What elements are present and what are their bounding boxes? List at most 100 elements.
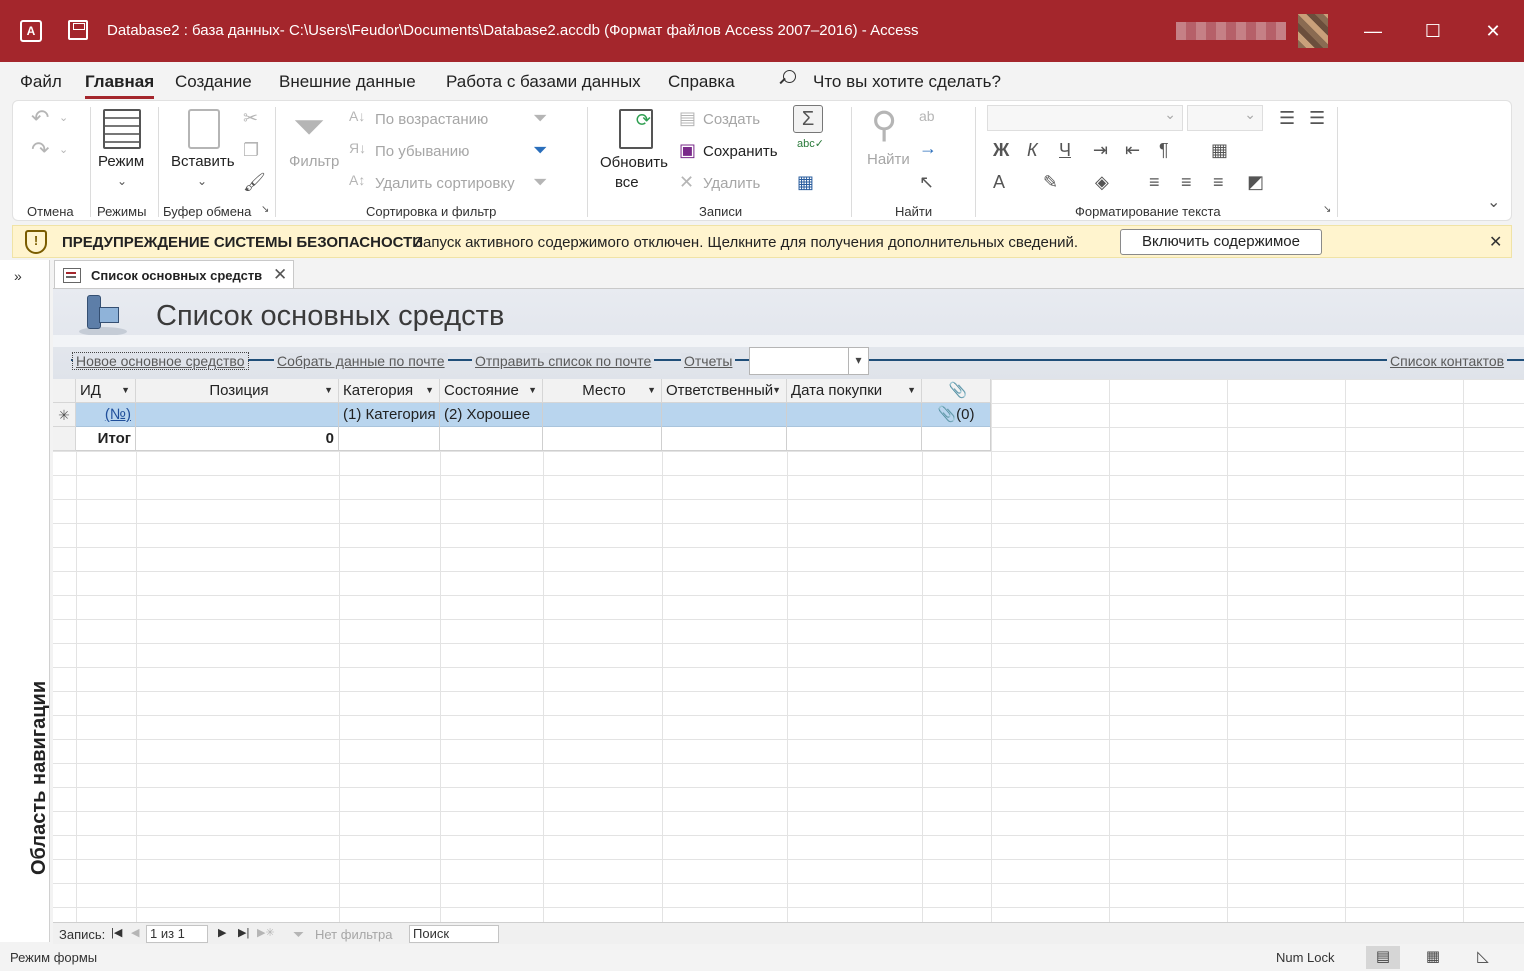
close-window-button[interactable]: ✕	[1480, 18, 1506, 44]
dialog-launcher-icon[interactable]: ↘	[261, 205, 269, 215]
selection-filter-icon[interactable]: ⏷	[533, 109, 547, 127]
font-color-icon[interactable]: A	[993, 173, 1005, 191]
close-icon[interactable]: ✕	[1489, 232, 1502, 252]
sort-ascending-button[interactable]: По возрастанию	[375, 111, 488, 128]
remove-sort-button[interactable]: Удалить сортировку	[375, 175, 515, 192]
select-all-corner[interactable]	[53, 379, 76, 403]
security-warning-bar[interactable]: ! ПРЕДУПРЕЖДЕНИЕ СИСТЕМЫ БЕЗОПАСНОСТИ За…	[12, 225, 1512, 258]
align-center-icon[interactable]: ≡	[1181, 173, 1192, 191]
new-record-selector[interactable]: ✳	[53, 403, 76, 427]
new-record-icon[interactable]: ▤	[679, 109, 696, 127]
attachment-cell[interactable]: 📎(0)	[922, 403, 991, 427]
last-record-icon[interactable]: ▶|	[238, 926, 249, 939]
user-name-blurred[interactable]	[1176, 22, 1286, 40]
sort-ascending-icon[interactable]: A↓	[349, 109, 365, 123]
copy-icon[interactable]: ❐	[243, 141, 259, 159]
undo-icon[interactable]: ↶	[31, 107, 49, 129]
reports-link[interactable]: Отчеты	[681, 353, 736, 369]
user-avatar[interactable]	[1298, 14, 1328, 48]
font-size-select[interactable]	[1187, 105, 1263, 131]
decrease-indent-icon[interactable]: ⇤	[1125, 141, 1140, 159]
column-header-position[interactable]: Позиция ▼	[136, 379, 339, 403]
chevron-down-icon[interactable]: ⌄	[117, 175, 127, 187]
new-record-button[interactable]: Создать	[703, 111, 760, 128]
spelling-icon[interactable]: abc✓	[797, 139, 824, 150]
access-app-icon[interactable]: A	[20, 20, 42, 42]
delete-record-button[interactable]: Удалить	[703, 175, 760, 192]
form-view-icon[interactable]	[103, 109, 141, 149]
expand-nav-pane-icon[interactable]: »	[14, 268, 22, 284]
first-record-icon[interactable]: |◀	[111, 926, 122, 939]
column-header-responsible[interactable]: Ответственный ▼	[662, 379, 787, 403]
paste-button[interactable]: Вставить	[171, 153, 235, 170]
align-right-icon[interactable]: ≡	[1213, 173, 1224, 191]
total-row[interactable]: Итог 0	[76, 427, 991, 451]
current-record-input[interactable]: 1 из 1	[146, 925, 208, 943]
enable-content-button[interactable]: Включить содержимое	[1120, 229, 1322, 255]
italic-button[interactable]: К	[1027, 141, 1038, 159]
next-record-icon[interactable]: ▶	[218, 926, 226, 939]
filter-icon[interactable]: ⏷	[293, 107, 325, 147]
tell-me-input[interactable]: Что вы хотите сделать?	[813, 72, 1001, 92]
maximize-button[interactable]: ☐	[1420, 18, 1446, 44]
sort-dropdown-icon[interactable]: ▼	[772, 379, 781, 402]
gridlines-icon[interactable]: ▦	[1211, 141, 1228, 159]
purchase-date-cell[interactable]	[787, 403, 922, 427]
menu-help[interactable]: Справка	[668, 72, 735, 92]
position-total[interactable]: 0	[136, 427, 339, 451]
navigation-pane-label[interactable]: Область навигации	[28, 681, 51, 875]
fill-color-icon[interactable]: ◈	[1095, 173, 1109, 191]
view-button[interactable]: Режим	[98, 153, 144, 170]
navigation-pane[interactable]: » Область навигации	[0, 260, 50, 942]
save-icon[interactable]	[68, 20, 88, 40]
responsible-cell[interactable]	[662, 403, 787, 427]
contacts-link[interactable]: Список контактов	[1387, 353, 1508, 369]
chevron-down-icon[interactable]: ▾	[848, 348, 868, 374]
reports-select[interactable]: ▾	[749, 347, 869, 375]
sort-dropdown-icon[interactable]: ▼	[121, 379, 130, 402]
sort-dropdown-icon[interactable]: ▼	[647, 379, 656, 402]
form-view-icon[interactable]: ▤	[1366, 946, 1400, 969]
chevron-down-icon[interactable]: ⌄	[59, 113, 68, 124]
collapse-ribbon-icon[interactable]: ⌄	[1487, 195, 1500, 211]
menu-file[interactable]: Файл	[20, 72, 62, 92]
format-painter-icon[interactable]: 🖌	[243, 173, 266, 191]
menu-home[interactable]: Главная	[85, 72, 155, 99]
column-header-purchase-date[interactable]: Дата покупки ▼	[787, 379, 922, 403]
delete-record-icon[interactable]: ✕	[679, 173, 694, 191]
chevron-down-icon[interactable]: ⌄	[59, 145, 68, 156]
document-tab[interactable]: Список основных средств ✕	[54, 260, 294, 289]
new-asset-link[interactable]: Новое основное средство	[72, 352, 249, 370]
redo-icon[interactable]: ↷	[31, 139, 49, 161]
filter-status[interactable]: Нет фильтра	[315, 927, 392, 942]
save-record-button[interactable]: Сохранить	[703, 143, 778, 160]
total-cell[interactable]	[440, 427, 543, 451]
select-icon[interactable]: ↖	[919, 173, 934, 191]
find-icon[interactable]: ⚲	[871, 107, 897, 143]
layout-view-icon[interactable]: ▦	[1416, 946, 1450, 969]
minimize-button[interactable]: —	[1360, 18, 1386, 44]
total-cell[interactable]	[922, 427, 991, 451]
font-name-select[interactable]	[987, 105, 1183, 131]
toggle-filter-icon[interactable]: ⏷	[533, 173, 547, 191]
cut-icon[interactable]: ✂	[243, 109, 258, 127]
refresh-all-icon[interactable]: ⟳	[619, 109, 653, 149]
numbering-icon[interactable]: ☰	[1309, 109, 1325, 127]
total-cell[interactable]	[543, 427, 662, 451]
increase-indent-icon[interactable]: ⇥	[1093, 141, 1108, 159]
highlight-icon[interactable]: ✎	[1043, 173, 1058, 191]
paste-icon[interactable]	[188, 109, 220, 149]
search-input[interactable]: Поиск	[409, 925, 499, 943]
location-cell[interactable]	[543, 403, 662, 427]
remove-sort-icon[interactable]: A↕	[349, 173, 365, 187]
menu-database-tools[interactable]: Работа с базами данных	[446, 72, 641, 92]
sort-dropdown-icon[interactable]: ▼	[528, 379, 537, 402]
sort-dropdown-icon[interactable]: ▼	[324, 379, 333, 402]
bullets-icon[interactable]: ☰	[1279, 109, 1295, 127]
send-list-link[interactable]: Отправить список по почте	[472, 353, 655, 369]
condition-cell[interactable]: (2) Хорошее	[440, 403, 543, 427]
column-header-attachment[interactable]: 📎	[922, 379, 991, 403]
underline-button[interactable]: Ч	[1059, 141, 1071, 159]
column-header-location[interactable]: Место ▼	[543, 379, 662, 403]
security-warning-message[interactable]: Запуск активного содержимого отключен. Щ…	[414, 234, 1078, 251]
